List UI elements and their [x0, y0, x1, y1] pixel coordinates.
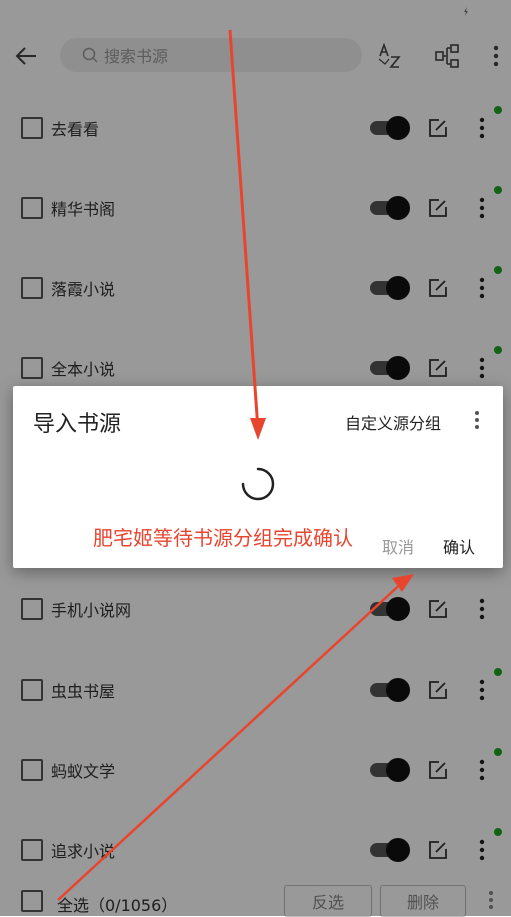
loading-spinner-icon: [241, 467, 275, 501]
dialog-title: 导入书源: [33, 412, 122, 437]
cancel-button[interactable]: 取消: [382, 534, 414, 558]
import-source-dialog: 导入书源 自定义源分组 肥宅姬等待书源分组完成确认 取消 确认: [13, 386, 503, 568]
custom-group-button[interactable]: 自定义源分组: [345, 410, 441, 434]
more-vert-icon[interactable]: [471, 408, 483, 432]
annotation-text: 肥宅姬等待书源分组完成确认: [93, 526, 353, 550]
confirm-button[interactable]: 确认: [443, 534, 475, 558]
